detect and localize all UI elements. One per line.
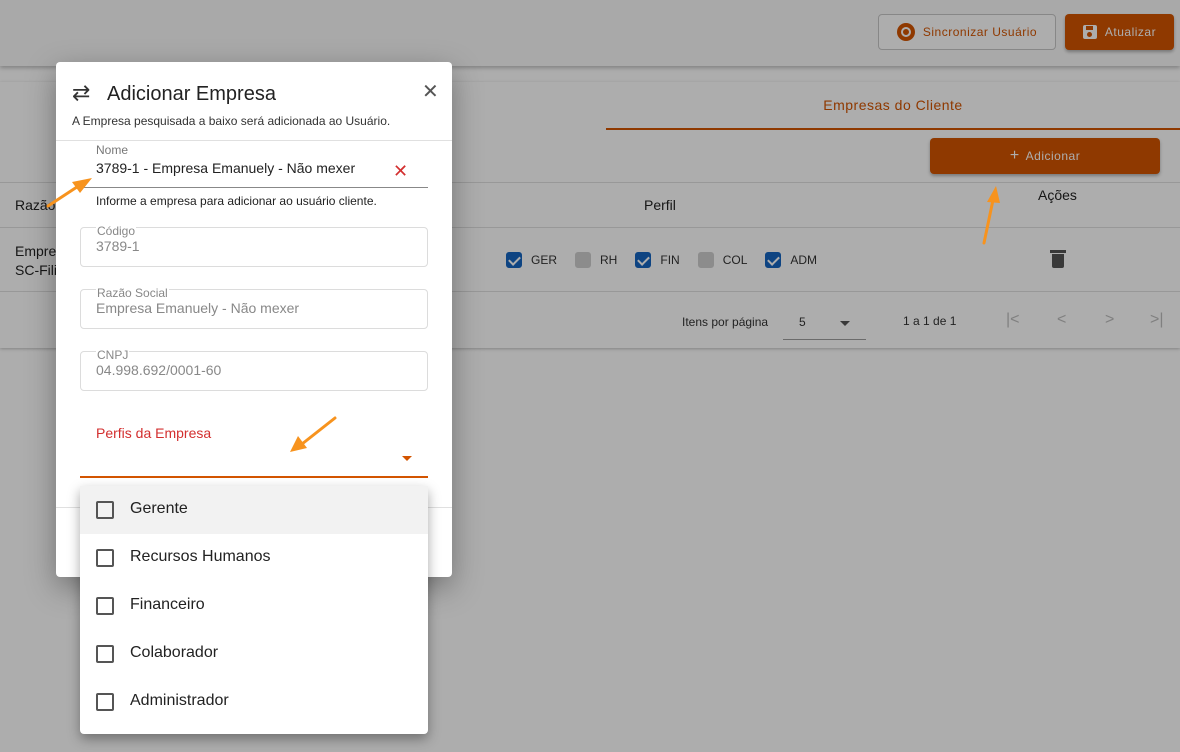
cnpj-label: CNPJ — [96, 348, 130, 362]
checkbox-icon[interactable] — [96, 597, 114, 615]
option-colaborador[interactable]: Colaborador — [80, 630, 428, 678]
checkbox-icon[interactable] — [96, 549, 114, 567]
clear-icon[interactable]: ✕ — [393, 161, 408, 182]
option-financeiro[interactable]: Financeiro — [80, 582, 428, 630]
codigo-value: 3789-1 — [96, 238, 140, 254]
codigo-label: Código — [96, 224, 137, 238]
dialog-title: Adicionar Empresa — [107, 83, 276, 105]
option-recursos-humanos[interactable]: Recursos Humanos — [80, 534, 428, 582]
dropdown-arrow-icon[interactable] — [402, 456, 412, 461]
razao-social-label: Razão Social — [96, 286, 169, 300]
option-administrador[interactable]: Administrador — [80, 678, 428, 726]
perfis-label: Perfis da Empresa — [96, 425, 212, 441]
codigo-field: Código 3789-1 — [80, 224, 428, 267]
perfis-select[interactable] — [80, 476, 428, 478]
option-label: Recursos Humanos — [130, 548, 271, 565]
checkbox-icon[interactable] — [96, 693, 114, 711]
perfis-dropdown-panel: Gerente Recursos Humanos Financeiro Cola… — [80, 486, 428, 734]
nome-hint: Informe a empresa para adicionar ao usuá… — [96, 194, 377, 208]
option-gerente[interactable]: Gerente — [80, 486, 428, 534]
checkbox-icon[interactable] — [96, 501, 114, 519]
option-label: Financeiro — [130, 596, 205, 613]
cnpj-value: 04.998.692/0001-60 — [96, 362, 222, 378]
dialog-subtitle: A Empresa pesquisada a baixo será adicio… — [72, 114, 391, 128]
nome-input[interactable]: 3789-1 - Empresa Emanuely - Não mexer — [96, 160, 355, 176]
nome-label: Nome — [96, 143, 129, 157]
close-icon[interactable]: ✕ — [422, 79, 439, 104]
cnpj-field: CNPJ 04.998.692/0001-60 — [80, 348, 428, 391]
option-label: Gerente — [130, 500, 188, 517]
swap-arrows-icon: ⇄ — [72, 80, 91, 105]
option-label: Colaborador — [130, 644, 219, 661]
razao-social-field: Razão Social Empresa Emanuely - Não mexe… — [80, 286, 428, 329]
divider — [56, 140, 452, 141]
nome-underline — [80, 187, 428, 188]
option-label: Administrador — [130, 692, 229, 709]
razao-social-value: Empresa Emanuely - Não mexer — [96, 300, 300, 316]
checkbox-icon[interactable] — [96, 645, 114, 663]
